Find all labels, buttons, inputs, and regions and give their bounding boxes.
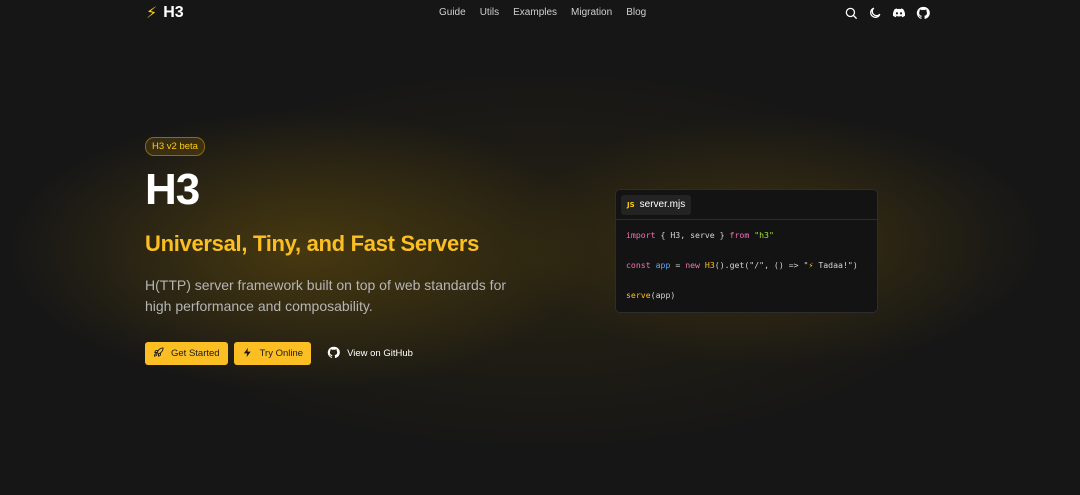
hero-actions: Get Started Try Online View on GitHub [145,342,423,365]
nav-blog[interactable]: Blog [626,7,646,18]
nav-examples[interactable]: Examples [513,7,557,18]
nav-guide[interactable]: Guide [439,7,466,18]
version-badge[interactable]: H3 v2 beta [145,137,205,156]
code-line-blank-2 [626,273,867,288]
code-tab-server[interactable]: JS server.mjs [621,194,692,215]
get-started-button[interactable]: Get Started [145,342,228,365]
code-line-1: import { H3, serve } from "h3" [626,230,774,240]
hero-title: H3 [145,165,200,214]
header-actions [844,6,930,20]
logo[interactable]: ⚡ H3 [146,3,184,23]
code-tabs: JS server.mjs [616,190,877,220]
view-github-button[interactable]: View on GitHub [317,342,423,365]
code-line-3: serve(app) [626,290,676,300]
code-example-card: JS server.mjs import { H3, serve } from … [615,189,878,313]
view-github-label: View on GitHub [347,348,413,359]
discord-icon[interactable] [892,6,906,20]
github-icon[interactable] [916,6,930,20]
lightning-bolt-icon: ⚡ [146,5,158,22]
lightning-icon [242,347,253,361]
code-body: import { H3, serve } from "h3" const app… [616,220,877,311]
main-nav: Guide Utils Examples Migration Blog [439,7,646,18]
code-tab-filename: server.mjs [639,199,686,210]
moon-icon[interactable] [868,6,882,20]
github-icon [327,346,340,362]
rocket-icon [153,346,164,361]
logo-text: H3 [163,4,184,21]
hero-description: H(TTP) server framework built on top of … [145,277,507,314]
code-line-2: const app = new H3().get("/", () => "⚡ T… [626,260,858,270]
javascript-icon: JS [627,200,635,209]
search-icon[interactable] [844,6,858,20]
hero-subtitle: Universal, Tiny, and Fast Servers [145,231,480,256]
get-started-label: Get Started [171,348,220,359]
nav-utils[interactable]: Utils [480,7,499,18]
nav-migration[interactable]: Migration [571,7,612,18]
try-online-label: Try Online [259,348,304,359]
top-header: ⚡ H3 Guide Utils Examples Migration Blog [0,0,1080,26]
try-online-button[interactable]: Try Online [233,342,312,365]
